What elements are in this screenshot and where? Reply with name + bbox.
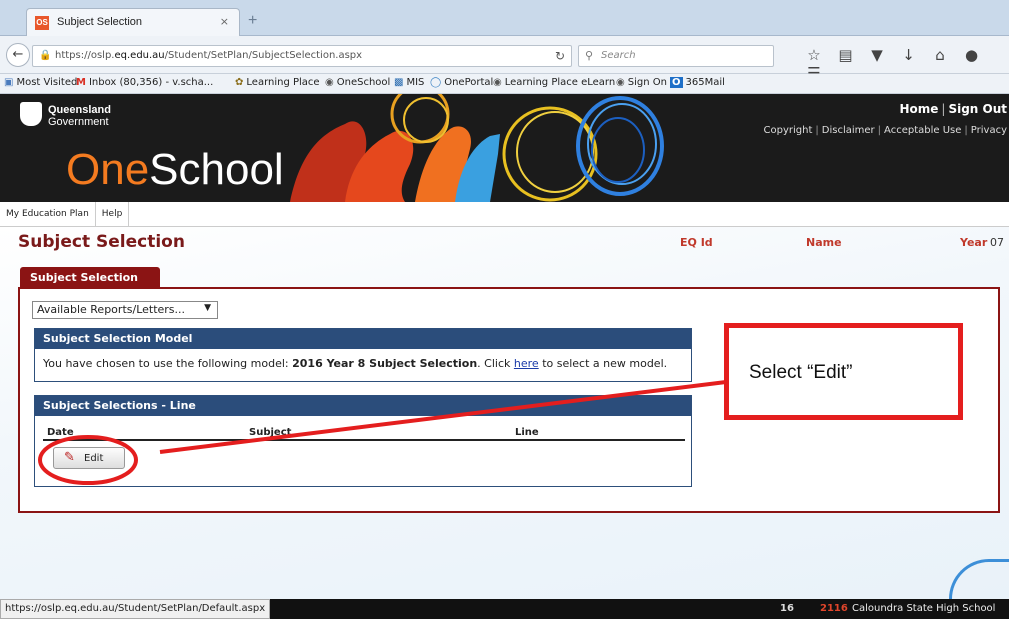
subject-selections-line-panel: Subject Selections - Line Date Subject L… xyxy=(34,395,692,487)
search-placeholder: Search xyxy=(601,50,636,61)
sign-out-link[interactable]: Sign Out xyxy=(948,102,1007,116)
status-school-name: Caloundra State High School xyxy=(852,603,996,614)
selections-grid: Date Subject Line ✎ Edit xyxy=(43,426,685,474)
tab-close-icon[interactable]: × xyxy=(220,15,229,28)
home-icon[interactable]: ⌂ xyxy=(926,46,954,64)
reports-dropdown[interactable]: Available Reports/Letters... ▼ xyxy=(32,301,218,319)
search-icon: ⚲ xyxy=(585,49,594,62)
home-link[interactable]: Home xyxy=(899,102,938,116)
bookmark-sign-on[interactable]: ◉ Sign On xyxy=(616,77,667,88)
page-content: Subject Selection EQ Id Name Year 07 Sub… xyxy=(0,227,1009,599)
header-top-links: Home | Sign Out xyxy=(899,102,1007,116)
lock-icon: 🔒 xyxy=(39,50,52,61)
pencil-icon: ✎ xyxy=(64,450,75,465)
browser-tab-strip: OS Subject Selection × + xyxy=(0,0,1009,36)
browser-tab[interactable]: OS Subject Selection × xyxy=(26,8,240,36)
menu-item-my-education-plan[interactable]: My Education Plan xyxy=(0,202,96,227)
app-menu-bar: My Education Plan Help xyxy=(0,202,1009,227)
column-subject: Subject xyxy=(249,427,292,438)
background-swirl xyxy=(949,559,1009,599)
acceptable-use-link[interactable]: Acceptable Use xyxy=(884,125,961,136)
callout-text: Select “Edit” xyxy=(749,362,853,383)
subject-selection-model-panel: Subject Selection Model You have chosen … xyxy=(34,328,692,382)
grid-header: Date Subject Line xyxy=(43,426,685,441)
outlook-icon: O xyxy=(670,77,683,88)
learning-place-icon: ✿ xyxy=(235,77,244,88)
page-title: Subject Selection xyxy=(18,232,185,252)
lines-panel-title: Subject Selections - Line xyxy=(35,396,691,416)
oneschool-icon: ◉ xyxy=(325,77,334,88)
oneportal-icon: ◯ xyxy=(430,77,442,88)
header-legal-links: Copyright | Disclaimer | Acceptable Use | Priv… xyxy=(763,125,1007,136)
column-date: Date xyxy=(47,427,74,438)
oneschool-logo: OneSchool xyxy=(66,145,284,194)
oneschool-favicon-icon: OS xyxy=(35,16,49,30)
tab-subject-selection[interactable]: Subject Selection xyxy=(20,267,160,288)
mis-icon: ▩ xyxy=(394,77,404,88)
search-input[interactable]: ⚲ Search xyxy=(578,45,774,67)
bookmark-star-icon[interactable]: ☆ xyxy=(800,46,828,64)
reading-list-icon[interactable]: ▤ xyxy=(832,46,860,64)
oneschool-header: Queensland Government OneSchool Home | Sig… xyxy=(0,94,1009,202)
status-bar: https://oslp.eq.edu.au/Student/SetPlan/D… xyxy=(0,599,1009,619)
download-icon[interactable]: ↓ xyxy=(895,46,923,64)
bookmark-inbox[interactable]: M Inbox (80,356) - v.scha... xyxy=(76,77,213,88)
gov-line-1: Queensland xyxy=(48,104,111,116)
sign-on-icon: ◉ xyxy=(616,77,625,88)
pocket-icon[interactable]: ▼ xyxy=(863,46,891,64)
gov-line-2: Government xyxy=(48,116,109,128)
status-url: https://oslp.eq.edu.au/Student/SetPlan/D… xyxy=(0,599,271,619)
tab-title: Subject Selection xyxy=(57,16,142,28)
menu-item-help[interactable]: Help xyxy=(96,202,130,227)
model-panel-title: Subject Selection Model xyxy=(35,329,691,349)
bookmark-oneportal[interactable]: ◯ OnePortal xyxy=(430,77,493,88)
year-value: 07 xyxy=(990,236,1004,249)
url-text: https://oslp.eq.edu.au/Student/SetPlan/S… xyxy=(55,50,363,61)
queensland-crest-icon xyxy=(20,102,42,126)
bookmark-elearn[interactable]: ◉ Learning Place eLearn xyxy=(493,77,615,88)
model-text: You have chosen to use the following mod… xyxy=(43,357,668,370)
url-bar[interactable]: 🔒 https://oslp.eq.edu.au/Student/SetPlan… xyxy=(32,45,572,67)
bookmark-oneschool[interactable]: ◉ OneSchool xyxy=(325,77,390,88)
bookmarks-bar: ▣ Most Visited M Inbox (80,356) - v.scha..… xyxy=(0,74,1009,94)
select-model-link[interactable]: here xyxy=(514,357,539,370)
disclaimer-link[interactable]: Disclaimer xyxy=(822,125,875,136)
new-tab-icon[interactable]: + xyxy=(248,12,257,30)
bookmark-most-visited[interactable]: ▣ Most Visited xyxy=(4,77,77,88)
chevron-down-icon: ▼ xyxy=(204,303,211,313)
year-label: Year xyxy=(960,236,988,249)
eq-id-label: EQ Id xyxy=(680,236,713,249)
bookmark-mis[interactable]: ▩ MIS xyxy=(394,77,424,88)
header-artwork xyxy=(290,94,664,202)
copyright-link[interactable]: Copyright xyxy=(764,125,813,136)
instruction-callout: Select “Edit” xyxy=(724,323,963,420)
privacy-link[interactable]: Privacy xyxy=(971,125,1007,136)
status-number: 16 xyxy=(780,603,794,614)
bookmark-learning-place[interactable]: ✿ Learning Place xyxy=(235,77,320,88)
name-label: Name xyxy=(806,236,842,249)
chat-icon[interactable]: ● xyxy=(958,46,986,64)
most-visited-icon: ▣ xyxy=(4,77,14,88)
bookmark-365mail[interactable]: O 365Mail xyxy=(670,77,725,88)
edit-button[interactable]: ✎ Edit xyxy=(53,447,125,469)
model-name: 2016 Year 8 Subject Selection xyxy=(292,357,478,370)
column-line: Line xyxy=(515,427,539,438)
back-arrow-icon[interactable]: ← xyxy=(6,43,30,67)
reload-icon[interactable]: ↻ xyxy=(555,49,565,63)
browser-toolbar: ← 🔒 https://oslp.eq.edu.au/Student/SetPl… xyxy=(0,36,1009,82)
status-school-code: 2116 xyxy=(820,603,848,614)
elearn-icon: ◉ xyxy=(493,77,502,88)
gmail-icon: M xyxy=(76,77,86,88)
